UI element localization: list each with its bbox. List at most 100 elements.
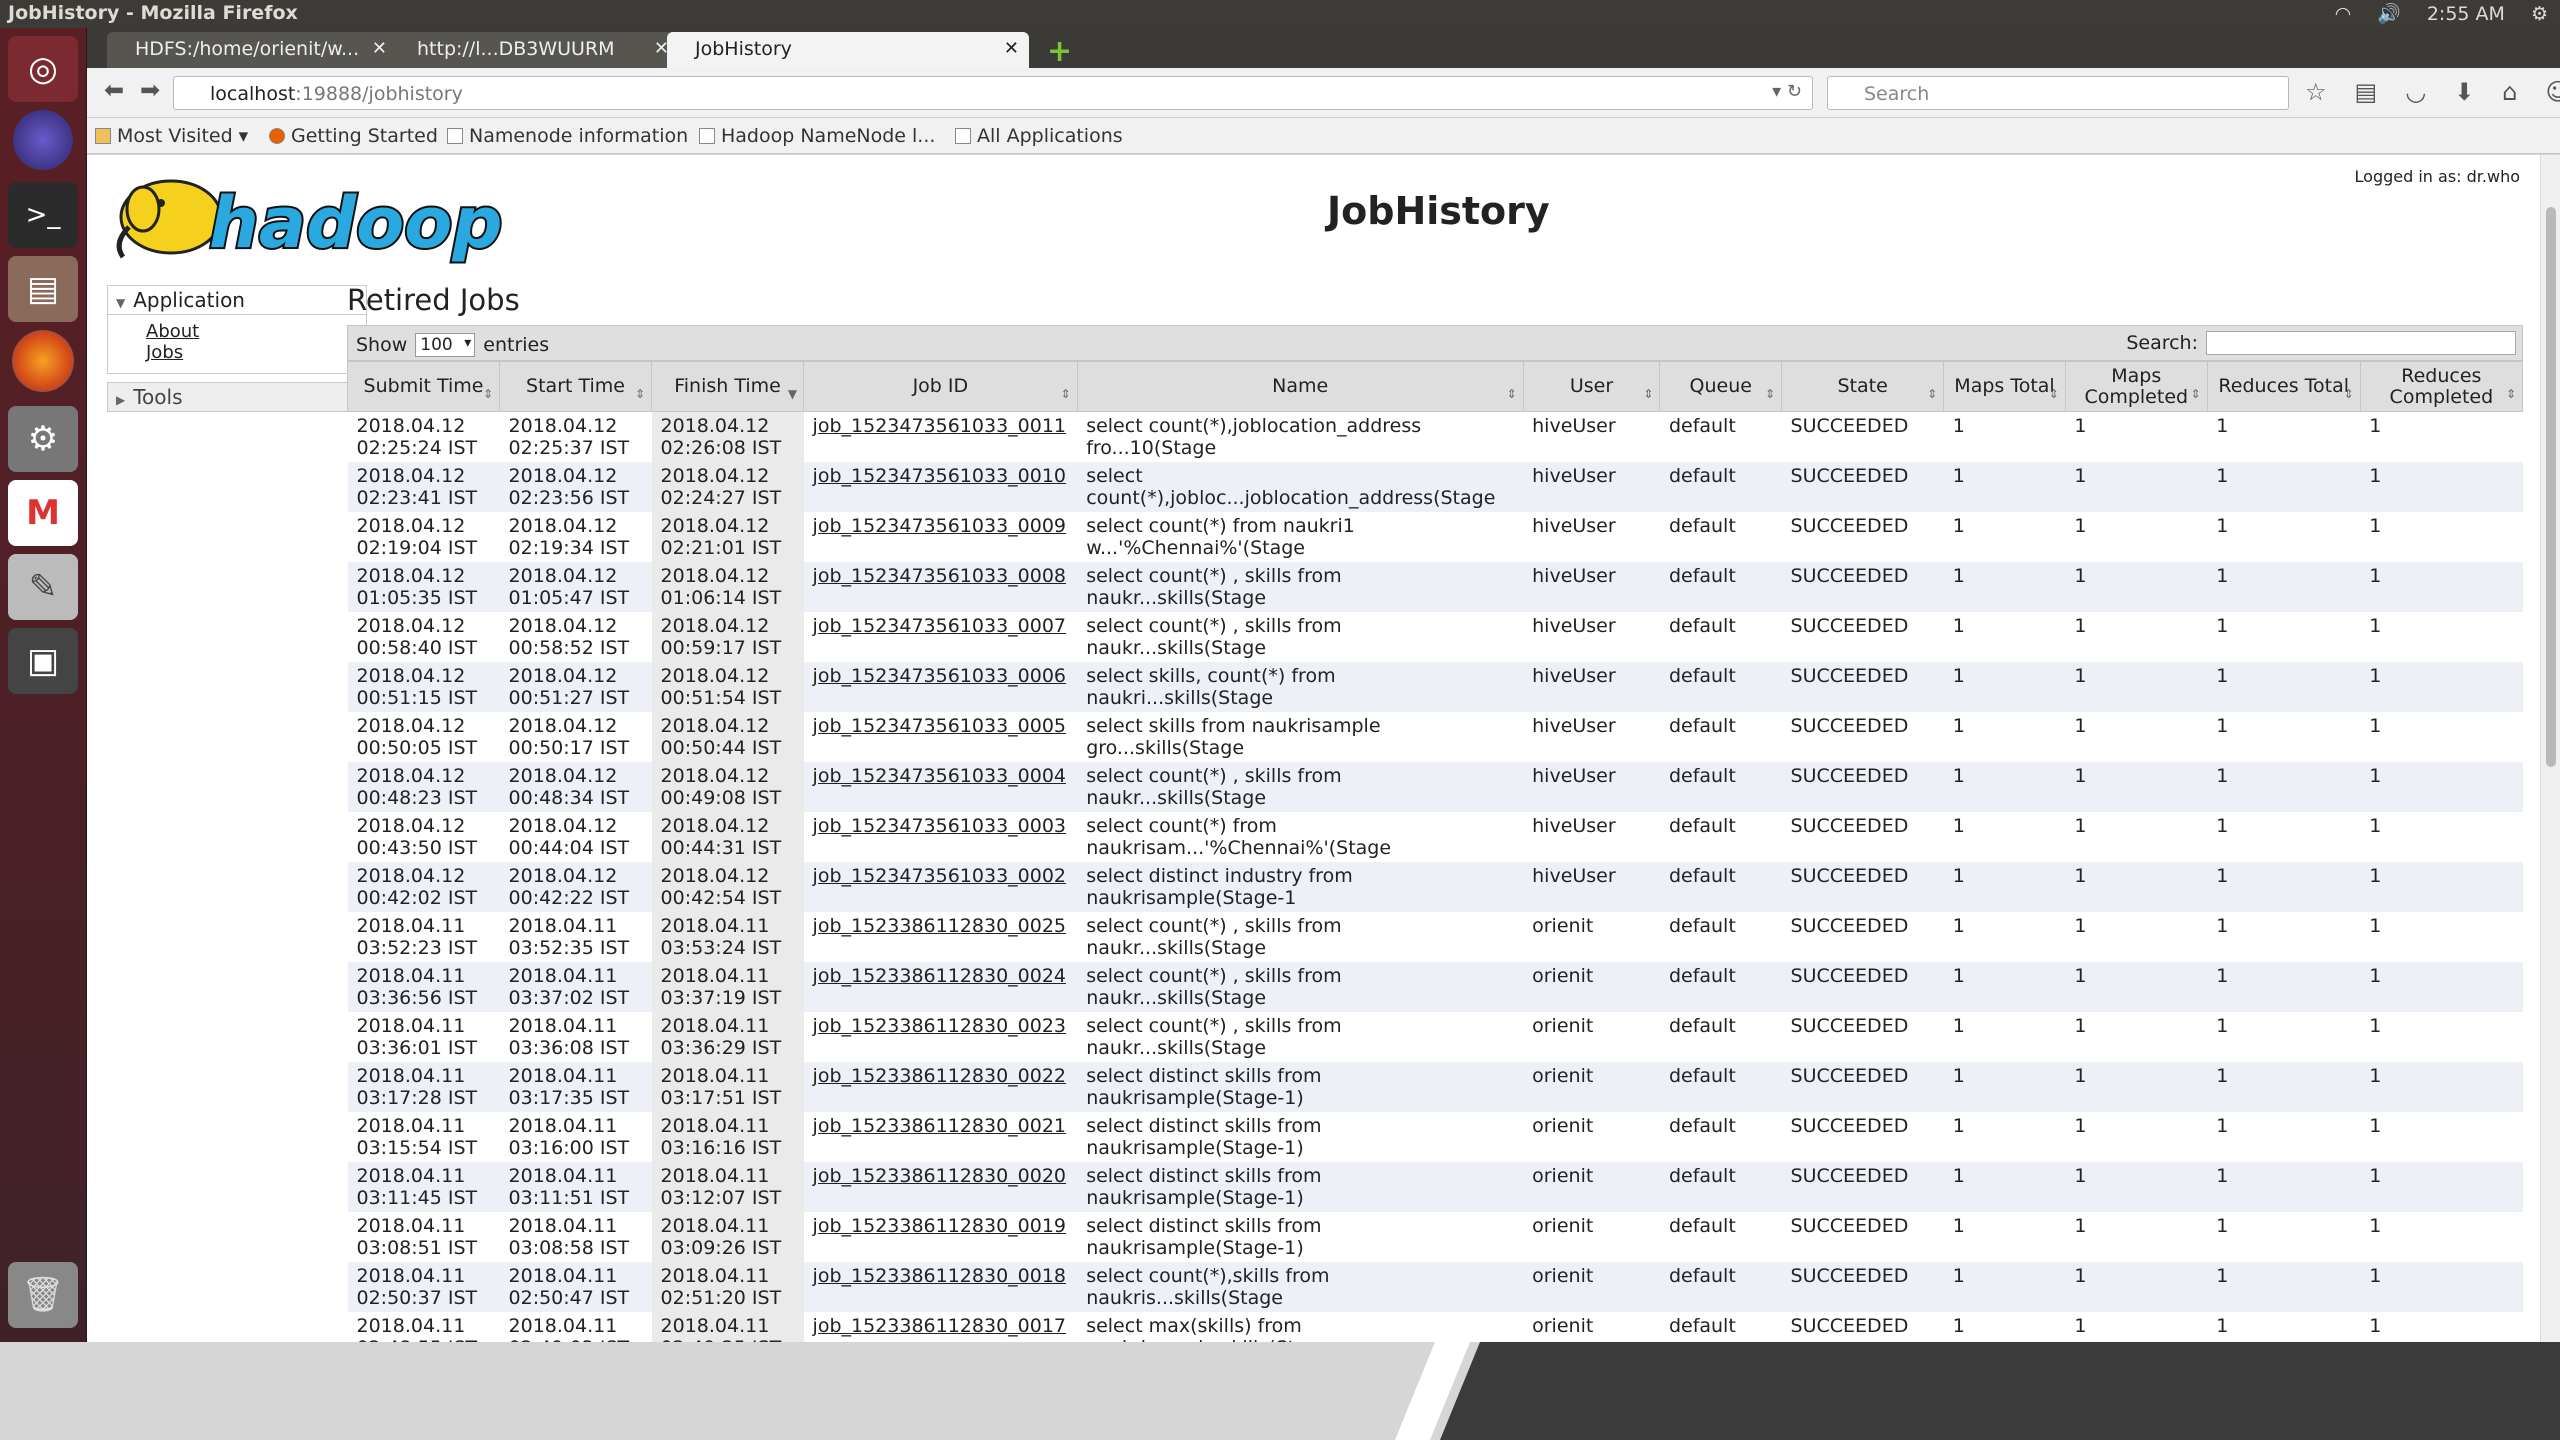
column-header[interactable]: State ⇕ xyxy=(1781,361,1945,412)
nav-tools-header[interactable]: ▶ Tools xyxy=(107,382,367,412)
tab-hdfs[interactable]: HDFS:/home/orienit/w... ✕ xyxy=(107,32,397,68)
files-icon[interactable]: ▤ xyxy=(8,256,78,322)
job-id-link[interactable]: job_1523473561033_0008 xyxy=(813,565,1066,587)
job-id-link[interactable]: job_1523473561033_0004 xyxy=(813,765,1066,787)
table-cell: 1 xyxy=(2360,812,2523,862)
url-host: localhost xyxy=(210,83,296,105)
table-cell: 2018.04.12 02:23:41 IST xyxy=(347,462,500,512)
url-bar[interactable]: localhost:19888/jobhistory ▾ ↻ xyxy=(173,76,1813,110)
bookmark-most-visited[interactable]: Most Visited ▾ xyxy=(95,125,248,147)
job-id-link[interactable]: job_1523386112830_0017 xyxy=(813,1315,1066,1337)
table-cell: 1 xyxy=(2207,912,2361,962)
job-id-link[interactable]: job_1523473561033_0010 xyxy=(813,465,1066,487)
table-cell: 2018.04.12 00:49:08 IST xyxy=(651,762,804,812)
job-id-link[interactable]: job_1523473561033_0002 xyxy=(813,865,1066,887)
job-id-link[interactable]: job_1523473561033_0006 xyxy=(813,665,1066,687)
column-header[interactable]: Maps Completed ⇕ xyxy=(2064,361,2208,412)
entries-select[interactable]: 100 xyxy=(415,333,476,357)
table-row: 2018.04.12 00:50:05 IST 2018.04.12 00:50:… xyxy=(347,712,2523,762)
table-cell: SUCCEEDED xyxy=(1781,562,1944,612)
table-cell: 1 xyxy=(1943,1062,2066,1112)
tab-url[interactable]: http://l...DB3WUURM ✕ xyxy=(389,32,679,68)
bookmark-hadoop-namenode[interactable]: Hadoop NameNode l... xyxy=(699,125,935,147)
ubuntu-dash-icon[interactable]: ◎ xyxy=(8,36,78,102)
table-cell: 2018.04.11 03:52:35 IST xyxy=(499,912,652,962)
job-id-link[interactable]: job_1523386112830_0018 xyxy=(813,1265,1066,1287)
job-id-link[interactable]: job_1523473561033_0009 xyxy=(813,515,1066,537)
table-cell: 1 xyxy=(2207,662,2361,712)
job-id-link[interactable]: job_1523386112830_0023 xyxy=(813,1015,1066,1037)
nav-application-header[interactable]: ▼ Application xyxy=(107,285,367,315)
table-cell: default xyxy=(1659,1162,1782,1212)
back-button[interactable]: ⬅ xyxy=(97,76,131,110)
close-icon[interactable]: ✕ xyxy=(1004,38,1019,59)
job-id-link[interactable]: job_1523473561033_0011 xyxy=(813,415,1066,437)
table-cell: 1 xyxy=(2065,962,2208,1012)
table-cell: SUCCEEDED xyxy=(1781,762,1944,812)
home-icon[interactable]: ⌂ xyxy=(2502,78,2517,106)
column-header[interactable]: Maps Total ⇕ xyxy=(1943,361,2066,412)
system-settings-icon[interactable]: ⚙ xyxy=(8,406,78,472)
reload-icon[interactable]: ▾ ↻ xyxy=(1772,81,1802,102)
column-header[interactable]: Reduces Completed ⇕ xyxy=(2359,361,2524,412)
web-search-input[interactable]: Search xyxy=(1827,76,2289,110)
job-id-link[interactable]: job_1523386112830_0025 xyxy=(813,915,1066,937)
bookmark-star-icon[interactable]: ☆ xyxy=(2305,78,2327,106)
new-tab-button[interactable]: + xyxy=(1047,34,1072,69)
column-header[interactable]: Reduces Total ⇕ xyxy=(2206,361,2361,412)
forward-button[interactable]: ➡ xyxy=(133,76,167,110)
page-scrollbar[interactable] xyxy=(2540,155,2560,1342)
close-icon[interactable]: ✕ xyxy=(372,38,387,59)
terminal-icon[interactable]: >_ xyxy=(8,182,78,248)
table-cell: select distinct industry from naukrisamp… xyxy=(1077,862,1524,912)
save-drive-icon[interactable]: ▣ xyxy=(8,628,78,694)
table-search-input[interactable] xyxy=(2206,331,2516,355)
column-header[interactable]: Name ⇕ xyxy=(1076,361,1524,412)
trash-icon[interactable]: 🗑 xyxy=(8,1262,78,1328)
table-cell: 1 xyxy=(2065,562,2208,612)
settings-gear-icon[interactable]: ⚙ xyxy=(2531,3,2548,25)
table-cell: default xyxy=(1659,912,1782,962)
firefox-icon xyxy=(269,128,285,144)
column-header[interactable]: Job ID ⇕ xyxy=(803,361,1078,412)
column-header[interactable]: Queue ⇕ xyxy=(1659,361,1783,412)
scrollbar-thumb[interactable] xyxy=(2546,207,2556,767)
page-icon xyxy=(699,128,715,144)
page-title: JobHistory xyxy=(1327,189,1550,233)
wifi-icon[interactable]: ◠ xyxy=(2335,3,2352,25)
bookmark-getting-started[interactable]: Getting Started xyxy=(269,125,438,147)
table-cell: 1 xyxy=(2360,762,2523,812)
job-id-link[interactable]: job_1523473561033_0003 xyxy=(813,815,1066,837)
column-header[interactable]: Finish Time ▼ xyxy=(651,361,805,412)
column-header[interactable]: Submit Time ⇕ xyxy=(346,361,501,412)
table-cell: 1 xyxy=(1943,962,2066,1012)
nav-link-about[interactable]: About xyxy=(146,321,356,342)
pocket-icon[interactable]: ◡ xyxy=(2405,78,2426,106)
nav-link-jobs[interactable]: Jobs xyxy=(146,342,356,363)
column-header[interactable]: Start Time ⇕ xyxy=(499,361,653,412)
text-editor-icon[interactable]: ✎ xyxy=(8,554,78,620)
bookmark-namenode-information[interactable]: Namenode information xyxy=(447,125,688,147)
job-id-link[interactable]: job_1523473561033_0007 xyxy=(813,615,1066,637)
job-id-link[interactable]: job_1523386112830_0022 xyxy=(813,1065,1066,1087)
clock[interactable]: 2:55 AM xyxy=(2427,3,2505,25)
bookmark-all-applications[interactable]: All Applications xyxy=(955,125,1123,147)
gmail-icon[interactable]: M xyxy=(8,480,78,546)
table-row: 2018.04.12 00:42:02 IST 2018.04.12 00:42:… xyxy=(347,862,2523,912)
tab-jobhistory[interactable]: JobHistory ✕ xyxy=(667,32,1029,68)
downloads-icon[interactable]: ⬇ xyxy=(2454,78,2474,106)
job-id-link[interactable]: job_1523386112830_0019 xyxy=(813,1215,1066,1237)
chat-icon[interactable]: ☺ xyxy=(2546,78,2560,106)
job-id-link[interactable]: job_1523386112830_0020 xyxy=(813,1165,1066,1187)
table-row: 2018.04.12 01:05:35 IST 2018.04.12 01:05:… xyxy=(347,562,2523,612)
reading-list-icon[interactable]: ▤ xyxy=(2355,78,2378,106)
job-id-link[interactable]: job_1523386112830_0021 xyxy=(813,1115,1066,1137)
table-cell: select distinct skills from naukrisample… xyxy=(1077,1162,1524,1212)
column-header[interactable]: User ⇕ xyxy=(1522,361,1661,412)
job-id-link[interactable]: job_1523473561033_0005 xyxy=(813,715,1066,737)
eclipse-icon[interactable] xyxy=(13,110,73,170)
column-header-label: Start Time xyxy=(526,375,625,397)
job-id-link[interactable]: job_1523386112830_0024 xyxy=(813,965,1066,987)
firefox-icon[interactable] xyxy=(12,330,74,392)
volume-icon[interactable]: 🔊 xyxy=(2377,2,2401,25)
